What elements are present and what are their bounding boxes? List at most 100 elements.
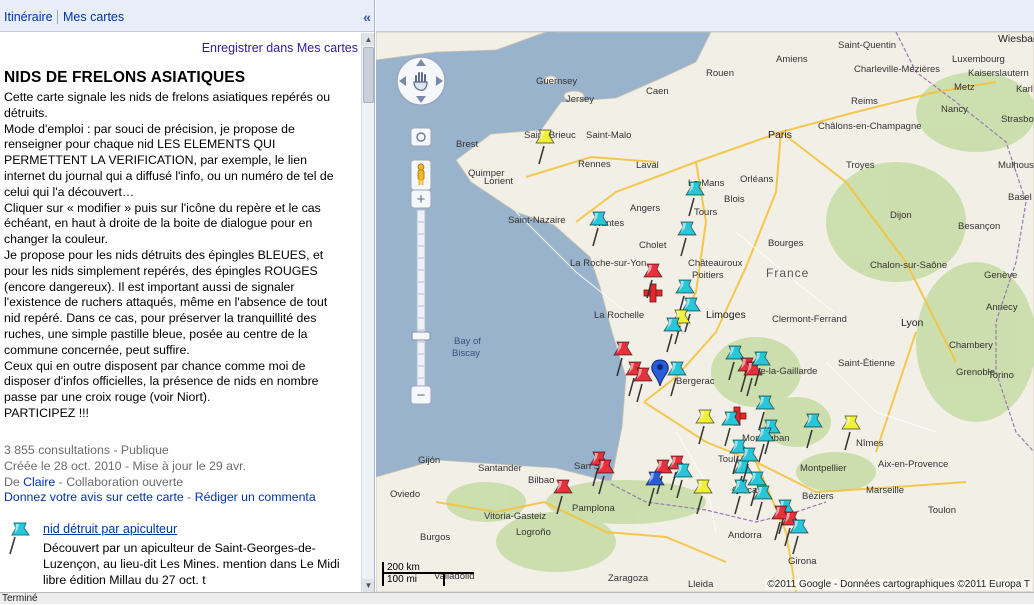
map-svg[interactable]: Wiesbad Saint-Quentin Luxembourg Charlev… [376, 32, 1034, 592]
place-amiens: Amiens [776, 54, 808, 65]
author-prefix: De [4, 474, 24, 489]
author-line: De Claire - Collaboration ouverte [4, 475, 316, 491]
place-vitoria: Vitoria-Gasteiz [484, 511, 546, 522]
place-laval: Laval [636, 160, 659, 171]
place-chateauroux: Châteauroux [688, 258, 743, 269]
place-bergerac: Bergerac [676, 376, 715, 387]
place-mulhouse: Mulhouse [998, 160, 1034, 171]
place-beziers: Béziers [802, 491, 834, 502]
reset-view-button[interactable] [410, 127, 432, 147]
scale-km: 200 km [382, 562, 474, 574]
sidebar-content: Enregistrer dans Mes cartes NIDS DE FREL… [0, 33, 360, 591]
place-aix: Aix-en-Provence [878, 459, 948, 470]
zoom-out-icon: − [417, 387, 426, 404]
place-saint-malo: Saint-Malo [586, 130, 631, 141]
place-lyon: Lyon [901, 317, 924, 329]
place-oviedo: Oviedo [390, 489, 420, 500]
scrollbar-thumb[interactable] [363, 47, 374, 103]
place-paris: Paris [768, 129, 792, 141]
place-metz: Metz [954, 82, 975, 93]
status-text: Terminé [2, 593, 38, 604]
place-annecy: Annecy [986, 302, 1018, 313]
map-copyright: ©2011 Google - Données cartographiques ©… [765, 579, 1032, 590]
place-clermont: Clermont-Ferrand [772, 314, 847, 325]
description-paragraph: Mode d'emploi : par souci de précision, … [4, 121, 334, 199]
place-geneve: Genève [984, 270, 1017, 281]
map-meta: 3 855 consultations - Publique Créée le … [4, 443, 316, 506]
place-cholet: Cholet [639, 240, 667, 251]
feedback-sep: - [183, 490, 195, 505]
place-la-roche-sur-yon: La Roche-sur-Yon [570, 258, 646, 269]
place-strasbourg: Strasbourg [1001, 114, 1034, 125]
sidebar: Itinéraire Mes cartes « Enregistrer dans… [0, 0, 375, 592]
place-girona: Girona [788, 556, 817, 567]
place-chalons: Châlons-en-Champagne [818, 121, 922, 132]
place-luxembourg: Luxembourg [952, 54, 1005, 65]
map-dates: Créée le 28 oct. 2010 - Mise à jour le 2… [4, 458, 246, 473]
sidebar-scrollbar[interactable]: ▲ ▼ [361, 33, 374, 592]
place-nancy: Nancy [941, 104, 968, 115]
browser-status-bar: Terminé [0, 592, 1034, 604]
description-paragraph: Ceux qui en outre disposent par chance c… [4, 358, 319, 405]
save-to-my-maps-link[interactable]: Enregistrer dans Mes cartes [202, 41, 358, 55]
scroll-down-arrow-icon[interactable]: ▼ [362, 579, 374, 592]
map-title: NIDS DE FRELONS ASIATIQUES [4, 69, 246, 86]
feedback-link[interactable]: Donnez votre avis sur cette carte [4, 490, 184, 504]
place-marseille: Marseille [866, 485, 904, 496]
map-top-bar [376, 0, 1034, 32]
place-toulon: Toulon [928, 505, 956, 516]
zoom-in-icon: + [417, 191, 426, 208]
place-karls: Karl [1016, 84, 1033, 95]
place-bourges: Bourges [768, 238, 804, 249]
place-zaragoza: Zaragoza [608, 573, 649, 584]
views-count: 3 855 consultations - Publique [4, 443, 169, 457]
feedback-line: Donnez votre avis sur cette carte - Rédi… [4, 490, 316, 506]
zoom-slider-handle[interactable] [411, 331, 431, 341]
place-brest: Brest [456, 139, 479, 150]
tab-mes-cartes[interactable]: Mes cartes [63, 10, 124, 24]
place-santander: Santander [478, 463, 522, 474]
place-bay-of: Bay of [454, 336, 481, 347]
place-blois: Blois [724, 194, 745, 205]
place-france: France [766, 266, 809, 280]
place-kaiserslautern: Kaiserslautern [968, 68, 1029, 79]
place-la-rochelle: La Rochelle [594, 310, 644, 321]
place-rennes: Rennes [578, 159, 611, 170]
place-caen: Caen [646, 86, 669, 97]
description-paragraph: Cette carte signale les nids de frelons … [4, 90, 331, 120]
cyan-pushpin-icon[interactable] [8, 521, 32, 555]
collapse-sidebar-icon[interactable]: « [360, 8, 374, 26]
scale-mi: 100 mi [382, 574, 445, 586]
place-rouen: Rouen [706, 68, 734, 79]
place-saint-etienne: Saint-Étienne [838, 358, 895, 369]
placemark-description: Découvert par un apiculteur de Saint-Geo… [43, 541, 340, 587]
place-besancon: Besançon [958, 221, 1000, 232]
map-scale-bar: 200 km 100 mi [382, 562, 482, 588]
place-logrono: Logroño [516, 527, 551, 538]
scroll-up-arrow-icon[interactable]: ▲ [362, 33, 374, 46]
place-orleans: Orléans [740, 174, 774, 185]
place-tours: Tours [694, 207, 717, 218]
place-jersey: Jersey [566, 94, 594, 105]
author-link[interactable]: Claire [23, 475, 55, 489]
place-limoges: Limoges [706, 309, 746, 321]
place-chalon: Chalon-sur-Saône [870, 260, 947, 271]
place-charleville: Charleville-Mézières [854, 64, 940, 75]
place-lorient: Lorient [484, 176, 513, 187]
place-lleida: Lleida [688, 579, 714, 590]
place-gijon: Gijón [418, 455, 440, 466]
place-andorra: Andorra [728, 530, 763, 541]
description-paragraph: Cliquer sur « modifier » puis sur l'icôn… [4, 200, 321, 247]
map-canvas[interactable]: Wiesbad Saint-Quentin Luxembourg Charlev… [376, 32, 1034, 592]
placemark-title-link[interactable]: nid détruit par apiculteur [43, 522, 177, 536]
comment-link[interactable]: Rédiger un commenta [195, 490, 316, 504]
description-paragraph: PARTICIPEZ !!! [4, 405, 89, 420]
zoom-slider-track[interactable] [416, 209, 426, 387]
place-montpellier: Montpellier [800, 463, 846, 474]
place-toulouse: Toul [718, 454, 735, 465]
sidebar-tabs: Itinéraire Mes cartes « [0, 0, 374, 32]
tab-itineraire[interactable]: Itinéraire [4, 10, 53, 24]
place-chambery: Chambery [949, 340, 993, 351]
place-biscay: Biscay [452, 348, 480, 359]
map-description: Cette carte signale les nids de frelons … [4, 90, 342, 422]
